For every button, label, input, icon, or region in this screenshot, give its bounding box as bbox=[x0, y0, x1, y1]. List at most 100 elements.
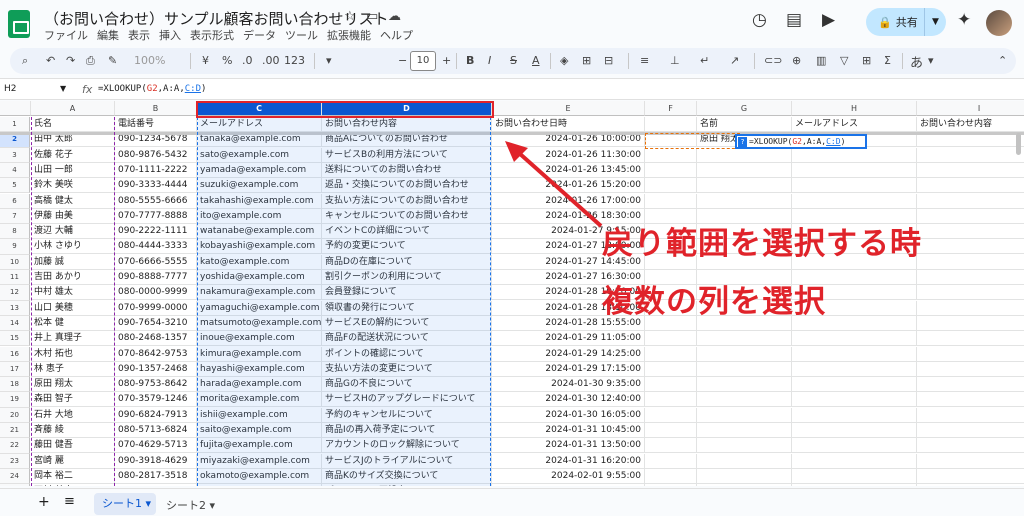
cell[interactable]: 石井 大地 bbox=[31, 407, 115, 423]
cloud-status-icon[interactable]: ☁ bbox=[388, 9, 401, 24]
cell[interactable]: 木村 拓也 bbox=[31, 346, 115, 362]
cell[interactable] bbox=[792, 468, 917, 484]
cell[interactable] bbox=[917, 255, 1024, 270]
cell[interactable] bbox=[697, 423, 792, 438]
cell[interactable]: 090-8888-7777 bbox=[115, 270, 197, 285]
font-select-icon[interactable]: ▾ bbox=[326, 54, 332, 67]
borders-icon[interactable]: ⊞ bbox=[582, 54, 591, 67]
cell[interactable] bbox=[792, 162, 917, 178]
search-icon[interactable]: ⌕ bbox=[22, 54, 28, 68]
zoom-select[interactable]: 100% bbox=[134, 54, 165, 67]
cell[interactable]: 中村 雄太 bbox=[31, 285, 115, 301]
cell[interactable]: 林 恵子 bbox=[31, 361, 115, 377]
cell[interactable]: 080-2468-1357 bbox=[115, 331, 197, 347]
merge-cells-icon[interactable]: ⊟ bbox=[604, 54, 613, 67]
cell[interactable] bbox=[697, 178, 792, 194]
undo-icon[interactable]: ↶ bbox=[46, 54, 55, 67]
redo-icon[interactable]: ↷ bbox=[66, 54, 75, 67]
formula-help-icon[interactable]: ? bbox=[738, 137, 747, 147]
cell[interactable]: 2024-01-26 15:20:00 bbox=[492, 178, 645, 194]
cell[interactable] bbox=[917, 362, 1024, 377]
cell[interactable]: 090-1357-2468 bbox=[115, 361, 197, 377]
select-all-corner[interactable] bbox=[0, 101, 31, 116]
italic-icon[interactable]: I bbox=[488, 54, 491, 67]
gemini-icon[interactable]: ✦ bbox=[957, 10, 971, 30]
cell[interactable] bbox=[792, 423, 917, 438]
document-title[interactable]: （お問い合わせ）サンプル顧客お問い合わせリスト bbox=[44, 8, 389, 29]
cell[interactable] bbox=[917, 347, 1024, 362]
name-box-dropdown-icon[interactable]: ▼ bbox=[60, 84, 66, 93]
cell[interactable]: 2024-01-30 12:40:00 bbox=[492, 392, 645, 408]
text-wrap-icon[interactable]: ↵ bbox=[700, 54, 709, 67]
column-header-g[interactable]: G bbox=[697, 101, 792, 116]
cell[interactable] bbox=[917, 301, 1024, 316]
cell[interactable] bbox=[792, 147, 917, 163]
cell[interactable]: 080-2817-3518 bbox=[115, 468, 197, 484]
cell[interactable] bbox=[697, 162, 792, 178]
cell[interactable]: 2024-01-29 14:25:00 bbox=[492, 346, 645, 362]
sheet-tab-1[interactable]: シート1 ▾ bbox=[94, 493, 156, 515]
strikethrough-icon[interactable]: S bbox=[510, 54, 517, 67]
vertical-align-icon[interactable]: ⊥ bbox=[670, 54, 680, 67]
cell[interactable] bbox=[792, 438, 917, 454]
cell[interactable] bbox=[917, 285, 1024, 301]
fill-color-icon[interactable]: ◈ bbox=[560, 54, 568, 67]
row-header[interactable]: 22 bbox=[0, 438, 30, 454]
row-header[interactable]: 12 bbox=[0, 285, 30, 301]
bold-icon[interactable]: B bbox=[466, 54, 474, 67]
cell[interactable]: 090-2222-1111 bbox=[115, 224, 197, 240]
cell[interactable]: 2024-01-31 10:45:00 bbox=[492, 423, 645, 438]
cell[interactable] bbox=[792, 484, 917, 486]
cell[interactable]: 2024-01-31 13:50:00 bbox=[492, 438, 645, 454]
row-header[interactable]: 15 bbox=[0, 331, 30, 347]
menu-item-5[interactable]: データ bbox=[243, 27, 276, 43]
cell[interactable] bbox=[645, 392, 697, 408]
cell[interactable]: 080-9753-8642 bbox=[115, 377, 197, 393]
frozen-row-divider[interactable] bbox=[0, 132, 1024, 136]
print-icon[interactable]: ⎙ bbox=[86, 54, 95, 68]
number-format-button[interactable]: 123 bbox=[284, 54, 305, 67]
row-header[interactable]: 1 bbox=[0, 117, 30, 133]
cell[interactable]: 宮崎 麗 bbox=[31, 453, 115, 469]
cell[interactable]: 松本 健 bbox=[31, 315, 115, 331]
cell[interactable]: 原田 翔太 bbox=[31, 377, 115, 393]
cell[interactable] bbox=[917, 469, 1024, 484]
cell[interactable]: 山口 美穂 bbox=[31, 300, 115, 316]
horizontal-align-icon[interactable]: ≡ bbox=[640, 54, 649, 67]
cell[interactable] bbox=[645, 331, 697, 347]
text-rotation-icon[interactable]: ↗ bbox=[730, 54, 739, 67]
cell[interactable] bbox=[645, 453, 697, 469]
cell[interactable]: 080-5713-6824 bbox=[115, 423, 197, 438]
cell[interactable]: 渡辺 大輔 bbox=[31, 224, 115, 240]
cell[interactable]: 山田 一郎 bbox=[31, 162, 115, 178]
menu-item-1[interactable]: 編集 bbox=[97, 27, 119, 43]
cell[interactable]: 090-3333-4444 bbox=[115, 178, 197, 194]
column-header-i[interactable]: I bbox=[917, 101, 1024, 116]
cell[interactable]: 090-6824-7913 bbox=[115, 407, 197, 423]
menu-item-0[interactable]: ファイル bbox=[44, 27, 88, 43]
cell[interactable] bbox=[697, 392, 792, 408]
column-header-a[interactable]: A bbox=[31, 101, 115, 116]
font-size-increase-icon[interactable]: + bbox=[442, 54, 451, 67]
cell[interactable]: 2024-01-26 11:30:00 bbox=[492, 147, 645, 163]
row-header[interactable]: 7 bbox=[0, 208, 30, 225]
font-size-decrease-icon[interactable]: − bbox=[398, 54, 407, 67]
menu-item-6[interactable]: ツール bbox=[285, 27, 318, 43]
cell[interactable]: 加藤 誠 bbox=[31, 254, 115, 270]
cell[interactable] bbox=[697, 453, 792, 469]
row-header[interactable]: 20 bbox=[0, 407, 30, 423]
row-header[interactable]: 13 bbox=[0, 300, 30, 316]
cell[interactable] bbox=[697, 484, 792, 486]
cell[interactable]: 070-6666-5555 bbox=[115, 254, 197, 270]
cell[interactable]: 高橋 健太 bbox=[31, 193, 115, 209]
row-header[interactable]: 11 bbox=[0, 270, 30, 286]
cell[interactable] bbox=[645, 438, 697, 454]
meet-video-icon[interactable]: ▶ bbox=[822, 10, 835, 30]
share-button[interactable]: 🔒 共有 ▼ bbox=[866, 8, 946, 36]
cell[interactable] bbox=[917, 224, 1024, 240]
menu-item-2[interactable]: 表示 bbox=[128, 27, 150, 43]
name-box[interactable]: H2 bbox=[4, 84, 17, 94]
column-header-f[interactable]: F bbox=[645, 101, 697, 116]
cell[interactable] bbox=[917, 408, 1024, 423]
row-header[interactable]: 14 bbox=[0, 315, 30, 332]
